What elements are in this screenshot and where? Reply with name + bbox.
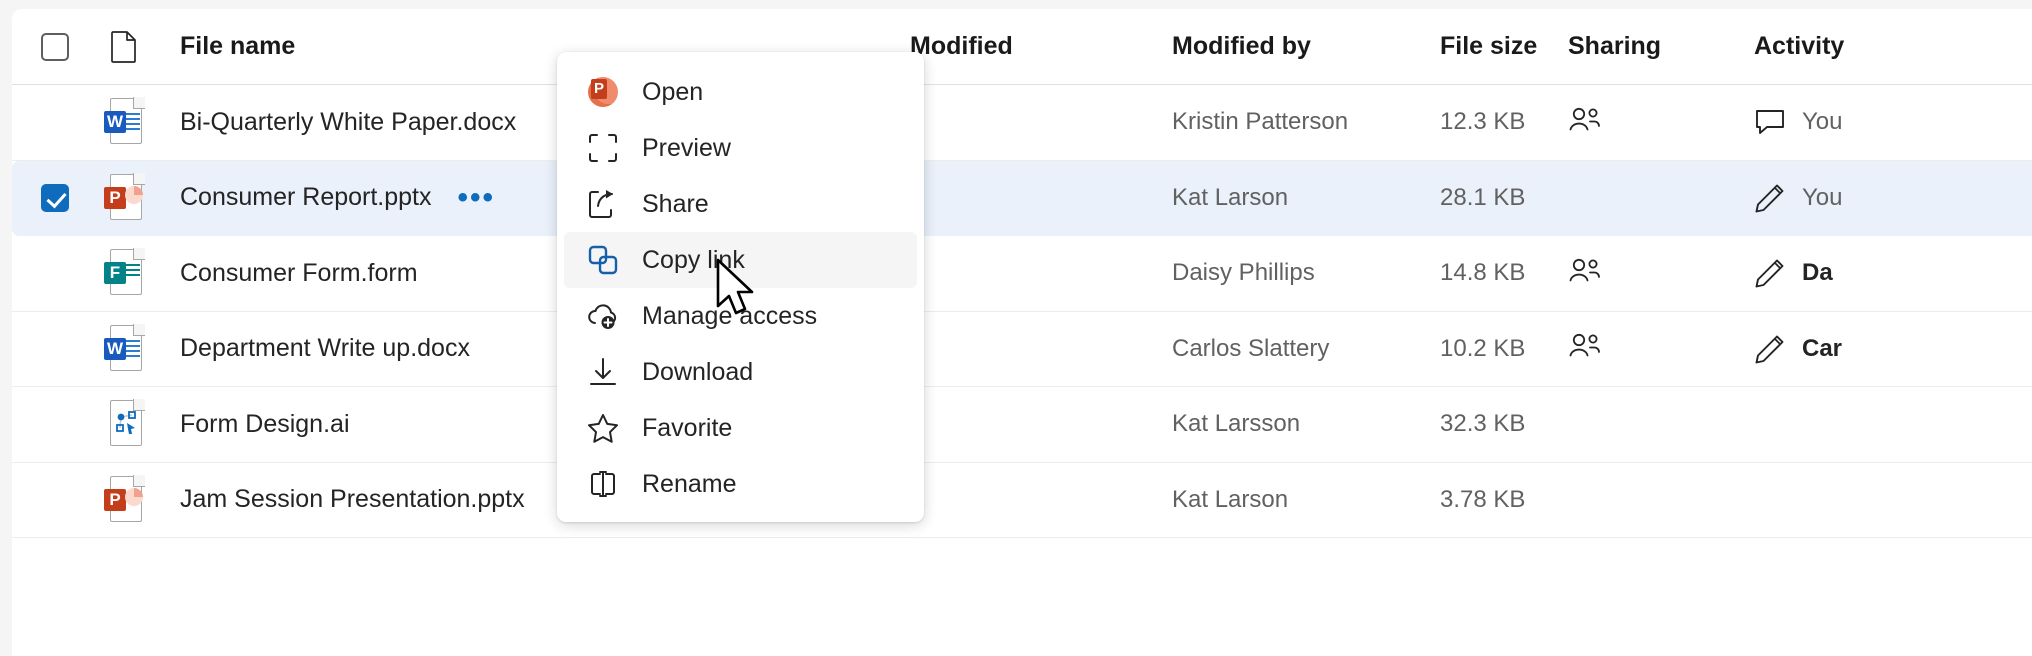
word-file-icon: W <box>104 98 144 146</box>
people-shared-icon <box>1568 256 1602 286</box>
context-menu-item-label: Preview <box>642 134 731 163</box>
row-checkbox[interactable] <box>41 184 69 212</box>
form-file-icon: F <box>104 249 144 297</box>
row-file-size-cell: 28.1 KB <box>1440 184 1568 212</box>
row-activity-cell: Da <box>1754 257 1954 289</box>
context-menu-item-label: Favorite <box>642 414 732 443</box>
row-file-size-cell: 12.3 KB <box>1440 108 1568 136</box>
context-menu-item-label: Open <box>642 78 703 107</box>
row-file-size-cell: 14.8 KB <box>1440 259 1568 287</box>
illustrator-file-icon <box>104 400 144 448</box>
row-file-icon-cell: P <box>98 476 150 524</box>
star-icon <box>586 411 620 445</box>
table-row[interactable]: P Consumer Report.pptx ••• Kat Larson28.1 K… <box>12 161 2032 237</box>
row-file-icon-cell <box>98 400 150 448</box>
row-file-icon-cell: P <box>98 174 150 222</box>
powerpoint-file-icon: P <box>104 174 144 222</box>
context-menu-item-copy-link[interactable]: Copy link <box>564 232 917 288</box>
file-name-link[interactable]: Bi-Quarterly White Paper.docx <box>180 108 516 137</box>
column-header-modified[interactable]: Modified <box>910 32 1172 61</box>
column-header-sharing[interactable]: Sharing <box>1568 32 1754 61</box>
row-select-cell[interactable] <box>12 184 98 212</box>
row-modified-by-cell: Kat Larson <box>1172 486 1440 514</box>
row-file-size-cell: 3.78 KB <box>1440 486 1568 514</box>
row-modified-by-cell: Kat Larsson <box>1172 410 1440 438</box>
context-menu-item-manage-access[interactable]: Manage access <box>564 288 917 344</box>
table-row[interactable]: F Consumer Form.form Daisy Phillips14.8 KB… <box>12 236 2032 312</box>
file-rows-container: W Bi-Quarterly White Paper.docx Kristin Pa… <box>12 85 2032 538</box>
table-row[interactable]: Form Design.ai Kat Larsson32.3 KB <box>12 387 2032 463</box>
row-file-icon-cell: F <box>98 249 150 297</box>
table-row[interactable]: P Jam Session Presentation.pptx Kat Larson… <box>12 463 2032 539</box>
file-name-link[interactable]: Department Write up.docx <box>180 334 470 363</box>
row-sharing-cell[interactable] <box>1568 256 1754 291</box>
column-header-modified-by[interactable]: Modified by <box>1172 32 1440 61</box>
row-modified-by-cell: Kristin Patterson <box>1172 108 1440 136</box>
row-file-size-cell: 32.3 KB <box>1440 410 1568 438</box>
powerpoint-file-icon: P <box>104 476 144 524</box>
row-activity-text: Da <box>1802 259 1833 287</box>
context-menu-item-open[interactable]: Open <box>564 64 917 120</box>
file-name-link[interactable]: Consumer Report.pptx <box>180 183 432 212</box>
table-row[interactable]: W Department Write up.docx Carlos Slattery… <box>12 312 2032 388</box>
table-header-row: File name Modified Modified by File size… <box>12 9 2032 85</box>
pencil-icon <box>1754 182 1786 214</box>
word-file-icon: W <box>104 325 144 373</box>
select-all-cell[interactable] <box>12 33 98 61</box>
row-sharing-cell[interactable] <box>1568 105 1754 140</box>
context-menu-item-rename[interactable]: Rename <box>564 456 917 512</box>
row-sharing-cell[interactable] <box>1568 331 1754 366</box>
row-activity-cell: You <box>1754 182 1954 214</box>
row-file-icon-cell: W <box>98 325 150 373</box>
context-menu-item-share[interactable]: Share <box>564 176 917 232</box>
context-menu-item-label: Copy link <box>642 246 745 275</box>
comment-icon <box>1754 107 1786 137</box>
context-menu-item-label: Manage access <box>642 302 817 331</box>
file-browser-screen: File name Modified Modified by File size… <box>0 0 2032 656</box>
table-row[interactable]: W Bi-Quarterly White Paper.docx Kristin Pa… <box>12 85 2032 161</box>
preview-icon <box>586 131 620 165</box>
file-type-header-cell[interactable] <box>98 31 150 63</box>
file-name-link[interactable]: Form Design.ai <box>180 410 350 439</box>
column-header-activity[interactable]: Activity <box>1754 32 1954 61</box>
context-menu-item-label: Share <box>642 190 709 219</box>
powerpoint-app-icon <box>586 75 620 109</box>
pencil-icon <box>1754 333 1786 365</box>
row-modified-by-cell: Kat Larson <box>1172 184 1440 212</box>
file-list-card: File name Modified Modified by File size… <box>12 9 2032 656</box>
people-shared-icon <box>1568 331 1602 361</box>
document-icon <box>111 31 137 63</box>
manage-access-icon <box>586 299 620 333</box>
context-menu-item-favorite[interactable]: Favorite <box>564 400 917 456</box>
file-context-menu: Open Preview Share Copy link Manage access Do… <box>557 52 924 522</box>
context-menu-item-label: Rename <box>642 470 737 499</box>
row-activity-cell: You <box>1754 107 1954 137</box>
download-icon <box>586 355 620 389</box>
row-activity-text: You <box>1802 108 1843 136</box>
context-menu-item-label: Download <box>642 358 753 387</box>
context-menu-item-preview[interactable]: Preview <box>564 120 917 176</box>
people-shared-icon <box>1568 105 1602 135</box>
row-activity-text: You <box>1802 184 1843 212</box>
row-more-actions-button[interactable]: ••• <box>458 192 496 204</box>
file-name-link[interactable]: Jam Session Presentation.pptx <box>180 485 525 514</box>
copy-link-icon <box>586 243 620 277</box>
share-icon <box>586 187 620 221</box>
row-modified-by-cell: Carlos Slattery <box>1172 335 1440 363</box>
row-modified-by-cell: Daisy Phillips <box>1172 259 1440 287</box>
file-name-link[interactable]: Consumer Form.form <box>180 259 418 288</box>
row-activity-cell: Car <box>1754 333 1954 365</box>
select-all-checkbox[interactable] <box>41 33 69 61</box>
row-file-size-cell: 10.2 KB <box>1440 335 1568 363</box>
context-menu-item-download[interactable]: Download <box>564 344 917 400</box>
row-activity-text: Car <box>1802 335 1842 363</box>
column-header-file-size[interactable]: File size <box>1440 32 1568 61</box>
pencil-icon <box>1754 257 1786 289</box>
row-file-icon-cell: W <box>98 98 150 146</box>
rename-icon <box>586 467 620 501</box>
